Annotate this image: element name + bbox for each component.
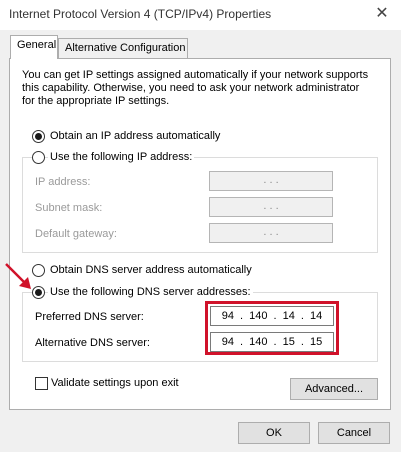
- preferred-dns-value: 94 . 140 . 14 . 14: [221, 310, 323, 322]
- tab-general[interactable]: General: [10, 35, 58, 59]
- window-title: Internet Protocol Version 4 (TCP/IPv4) P…: [9, 7, 272, 21]
- use-following-dns-label[interactable]: Use the following DNS server addresses:: [48, 286, 253, 298]
- ip-address-dots: . . .: [263, 174, 279, 186]
- obtain-dns-auto-label[interactable]: Obtain DNS server address automatically: [50, 264, 252, 276]
- description-line-2: this capability. Otherwise, you need to …: [22, 82, 360, 94]
- preferred-dns-field[interactable]: 94 . 140 . 14 . 14: [210, 306, 334, 326]
- validate-settings-checkbox[interactable]: [35, 377, 48, 390]
- red-arrow-icon: [5, 263, 31, 289]
- use-following-ip-radio[interactable]: [32, 151, 45, 164]
- subnet-mask-field: . . .: [209, 197, 333, 217]
- preferred-dns-label: Preferred DNS server:: [35, 311, 144, 323]
- default-gateway-field: . . .: [209, 223, 333, 243]
- ok-button[interactable]: OK: [238, 422, 310, 444]
- obtain-ip-auto-radio[interactable]: [32, 130, 45, 143]
- close-icon[interactable]: ✕: [371, 4, 393, 24]
- validate-settings-label[interactable]: Validate settings upon exit: [51, 377, 179, 389]
- description-line-1: You can get IP settings assigned automat…: [22, 69, 369, 81]
- ip-address-label: IP address:: [35, 176, 91, 188]
- cancel-button[interactable]: Cancel: [318, 422, 390, 444]
- advanced-button[interactable]: Advanced...: [290, 378, 378, 400]
- alternative-dns-field[interactable]: 94 . 140 . 15 . 15: [210, 332, 334, 352]
- use-following-ip-label[interactable]: Use the following IP address:: [48, 151, 195, 163]
- default-gateway-label: Default gateway:: [35, 228, 117, 240]
- tab-alternative-configuration[interactable]: Alternative Configuration: [58, 38, 188, 58]
- obtain-ip-auto-label[interactable]: Obtain an IP address automatically: [50, 130, 220, 142]
- subnet-mask-label: Subnet mask:: [35, 202, 103, 214]
- default-gateway-dots: . . .: [263, 226, 279, 238]
- description-text: You can get IP settings assigned automat…: [22, 69, 382, 108]
- ip-address-field: . . .: [209, 171, 333, 191]
- alternative-dns-label: Alternative DNS server:: [35, 337, 150, 349]
- description-line-3: for the appropriate IP settings.: [22, 95, 170, 107]
- subnet-mask-dots: . . .: [263, 200, 279, 212]
- title-bar: Internet Protocol Version 4 (TCP/IPv4) P…: [0, 0, 401, 30]
- alternative-dns-value: 94 . 140 . 15 . 15: [221, 336, 323, 348]
